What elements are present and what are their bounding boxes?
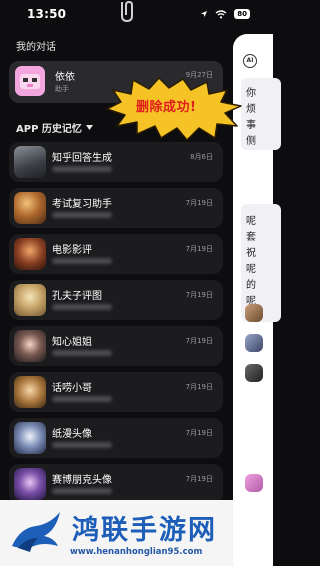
avatar (14, 238, 46, 270)
avatar (14, 422, 46, 454)
panel-line: 祝 (246, 248, 256, 259)
my-chats-heading: 我的对话 (16, 42, 56, 53)
item-title: 考试复习助手 (52, 199, 112, 210)
blurred-preview (52, 304, 112, 310)
item-date: 7月19日 (185, 245, 213, 253)
item-title: 赛博朋克头像 (52, 475, 112, 486)
item-title: 知乎回答生成 (52, 153, 112, 164)
status-time: 13:50 (27, 7, 67, 21)
item-date: 7月19日 (185, 475, 213, 483)
paperclip-icon (121, 0, 133, 23)
list-item[interactable]: 话唠小哥 7月19日 (9, 372, 223, 412)
item-title: 电影影评 (52, 245, 92, 256)
panel-line: 烦 (246, 104, 256, 115)
avatar (14, 468, 46, 500)
avatar (245, 304, 263, 322)
pig-mascot-icon (15, 66, 45, 96)
location-arrow-icon (201, 11, 208, 17)
chat-name: 依依 (55, 72, 75, 83)
avatar (14, 376, 46, 408)
item-title: 话唠小哥 (52, 383, 92, 394)
avatar (245, 334, 263, 352)
avatar (15, 66, 45, 96)
avatar (14, 192, 46, 224)
list-item[interactable]: 孔夫子评图 7月19日 (9, 280, 223, 320)
panel-line: 侧 (246, 136, 256, 147)
item-date: 7月19日 (185, 383, 213, 391)
chat-subtitle: 助手 (55, 85, 69, 93)
item-date: 7月19日 (185, 429, 213, 437)
blurred-preview (52, 442, 112, 448)
site-watermark: 鸿联手游网 www.henanhonglian95.com (0, 500, 260, 566)
avatar (14, 146, 46, 178)
eagle-logo-icon (12, 512, 60, 552)
blurred-preview (52, 212, 112, 218)
list-item[interactable]: 考试复习助手 7月19日 (9, 188, 223, 228)
panel-line: 呢 (246, 216, 256, 227)
caret-down-icon (85, 125, 93, 130)
panel-text-mid: 呢 套 祝 呢 的 呢 (246, 214, 256, 310)
status-bar: 13:50 80 (0, 0, 260, 30)
panel-line: 的 (246, 280, 256, 291)
panel-text-top: 你 烦 事 侧 (246, 86, 256, 150)
panel-line: 你 (246, 88, 256, 99)
watermark-url: www.henanhonglian95.com (70, 547, 203, 557)
ai-icon[interactable]: AI (243, 54, 257, 68)
item-date: 7月19日 (185, 337, 213, 345)
avatar (14, 330, 46, 362)
list-item[interactable]: 纸漫头像 7月19日 (9, 418, 223, 458)
avatar (245, 474, 263, 492)
item-date: 8月6日 (190, 153, 213, 161)
blurred-preview (52, 488, 112, 494)
panel-line: 套 (246, 232, 256, 243)
list-item[interactable]: 电影影评 7月19日 (9, 234, 223, 274)
item-title: 知心姐姐 (52, 337, 92, 348)
app-history-heading[interactable]: APP 历史记忆 (16, 120, 93, 135)
item-title: 孔夫子评图 (52, 291, 102, 302)
blurred-preview (52, 166, 112, 172)
item-date: 7月19日 (185, 199, 213, 207)
item-date: 7月19日 (185, 291, 213, 299)
blurred-preview (52, 396, 112, 402)
blurred-preview (52, 258, 112, 264)
delete-success-toast: 删除成功! (136, 100, 197, 115)
list-item[interactable]: 知心姐姐 7月19日 (9, 326, 223, 366)
list-item[interactable]: 赛博朋克头像 7月19日 (9, 464, 223, 504)
watermark-title: 鸿联手游网 (72, 515, 217, 546)
avatar (245, 364, 263, 382)
battery-indicator: 80 (234, 9, 250, 19)
avatar (14, 284, 46, 316)
panel-line: 呢 (246, 264, 256, 275)
list-item[interactable]: 知乎回答生成 8月6日 (9, 142, 223, 182)
app-history-label: APP 历史记忆 (16, 124, 82, 135)
status-icons: 80 (200, 9, 250, 19)
panel-line: 事 (246, 120, 256, 131)
wifi-icon (215, 9, 227, 18)
item-title: 纸漫头像 (52, 429, 92, 440)
blurred-preview (52, 350, 112, 356)
